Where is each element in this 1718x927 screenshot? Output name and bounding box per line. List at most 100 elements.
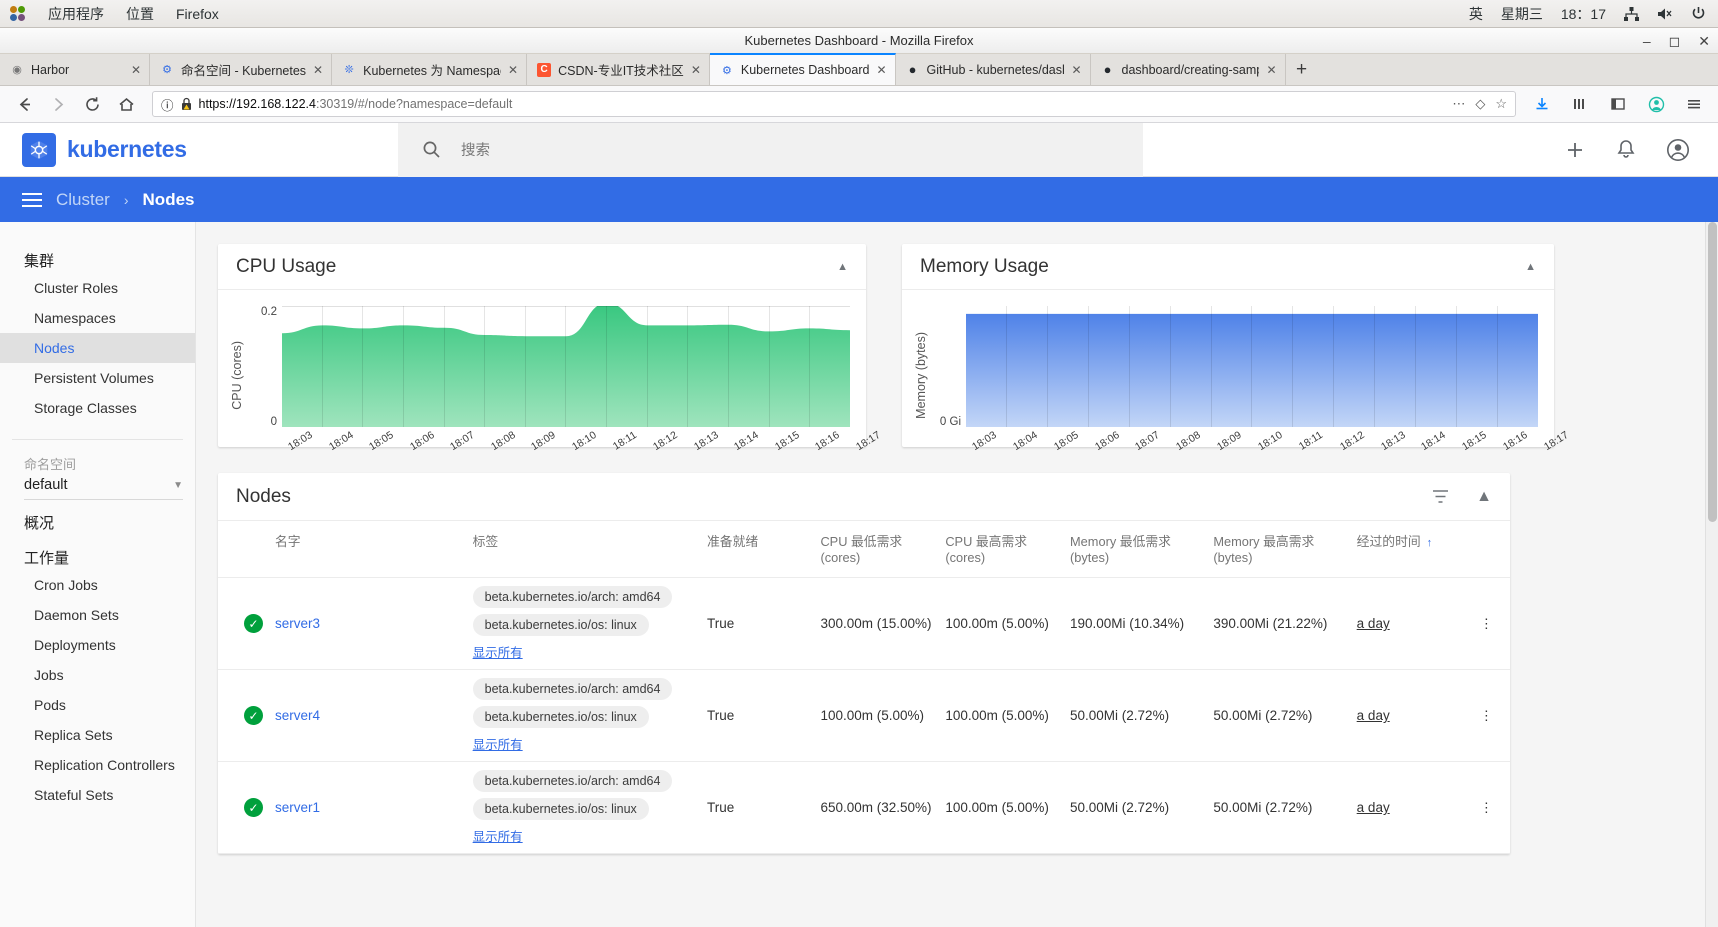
x-tick-label: 18:15 [1460, 429, 1489, 453]
browser-tab-csdn[interactable]: C CSDN-专业IT技术社区 ✕ [527, 54, 710, 85]
menu-applications[interactable]: 应用程序 [48, 4, 104, 24]
scrollbar-thumb[interactable] [1708, 222, 1717, 522]
x-tick-label: 18:09 [1215, 429, 1244, 453]
collapse-icon[interactable]: ▲ [837, 261, 848, 273]
menu-firefox[interactable]: Firefox [176, 6, 219, 22]
window-minimize-button[interactable]: – [1643, 33, 1651, 49]
col-labels[interactable]: 标签 [467, 521, 701, 578]
back-arrow-icon[interactable] [10, 90, 38, 118]
show-all-labels-link[interactable]: 显示所有 [473, 826, 695, 845]
table-row[interactable]: ✓server4beta.kubernetes.io/arch: amd64be… [218, 670, 1510, 762]
node-age-value[interactable]: a day [1357, 708, 1390, 723]
sidebar-item-jobs[interactable]: Jobs [0, 660, 195, 690]
node-link[interactable]: server4 [275, 708, 320, 723]
sidebar-item-namespaces[interactable]: Namespaces [0, 303, 195, 333]
home-icon[interactable] [112, 90, 140, 118]
account-icon[interactable] [1642, 90, 1670, 118]
search-box[interactable]: 搜索 [398, 123, 1143, 177]
menu-places[interactable]: 位置 [126, 4, 154, 24]
plus-icon[interactable] [1564, 139, 1586, 161]
sidebar-item-stateful-sets[interactable]: Stateful Sets [0, 780, 195, 810]
node-link[interactable]: server3 [275, 616, 320, 631]
filter-icon[interactable] [1431, 487, 1450, 506]
tab-close-icon[interactable]: ✕ [1071, 63, 1081, 77]
browser-tab-namespaces[interactable]: ⚙ 命名空间 - Kubernetes ✕ [150, 54, 332, 85]
show-all-labels-link[interactable]: 显示所有 [473, 734, 695, 753]
node-link[interactable]: server1 [275, 800, 320, 815]
input-method-indicator[interactable]: 英 [1469, 4, 1483, 24]
sidebar-item-replica-sets[interactable]: Replica Sets [0, 720, 195, 750]
sidebar-item-pods[interactable]: Pods [0, 690, 195, 720]
namespace-select[interactable]: default ▼ [24, 477, 183, 500]
window-close-button[interactable]: ✕ [1698, 33, 1710, 50]
col-name[interactable]: 名字 [269, 521, 467, 578]
node-age-value[interactable]: a day [1357, 800, 1390, 815]
power-icon[interactable] [1691, 6, 1706, 21]
browser-tab-creating-sample[interactable]: ● dashboard/creating-samp ✕ [1091, 54, 1286, 85]
tab-close-icon[interactable]: ✕ [691, 63, 701, 77]
sidebar-item-nodes[interactable]: Nodes [0, 333, 195, 363]
table-row[interactable]: ✓server3beta.kubernetes.io/arch: amd64be… [218, 578, 1510, 670]
new-tab-button[interactable]: + [1286, 54, 1318, 85]
tab-close-icon[interactable]: ✕ [508, 63, 518, 77]
star-icon[interactable]: ☆ [1495, 96, 1507, 112]
tab-close-icon[interactable]: ✕ [313, 63, 323, 77]
col-cpu-request[interactable]: CPU 最低需求 (cores) [814, 521, 939, 578]
col-memory-request[interactable]: Memory 最低需求 (bytes) [1064, 521, 1207, 578]
clock-day: 星期三 [1501, 4, 1543, 24]
show-all-labels-link[interactable]: 显示所有 [473, 642, 695, 661]
url-bar[interactable]: ⓘ https://192.168.122.4:30319/#/node?nam… [152, 91, 1516, 117]
window-maximize-button[interactable]: ◻ [1669, 33, 1681, 50]
clock-time[interactable]: 18：17 [1561, 4, 1606, 24]
browser-tab-github-dashboard[interactable]: ● GitHub - kubernetes/dash ✕ [896, 54, 1091, 85]
col-cpu-limit[interactable]: CPU 最高需求 (cores) [939, 521, 1064, 578]
col-memory-limit[interactable]: Memory 最高需求 (bytes) [1207, 521, 1350, 578]
bell-icon[interactable] [1616, 139, 1636, 160]
table-row[interactable]: ✓server1beta.kubernetes.io/arch: amd64be… [218, 762, 1510, 854]
sidebar-item-storage-classes[interactable]: Storage Classes [0, 393, 195, 423]
hamburger-menu-icon[interactable] [22, 193, 42, 207]
sidebar-item-cron-jobs[interactable]: Cron Jobs [0, 570, 195, 600]
row-actions-menu-icon[interactable]: ⋮ [1464, 578, 1510, 670]
ellipsis-icon[interactable]: ⋯ [1452, 96, 1465, 112]
tab-close-icon[interactable]: ✕ [131, 63, 141, 77]
library-icon[interactable] [1566, 90, 1594, 118]
sidebar-icon[interactable] [1604, 90, 1632, 118]
sidebar-item-daemon-sets[interactable]: Daemon Sets [0, 600, 195, 630]
row-actions-menu-icon[interactable]: ⋮ [1464, 762, 1510, 854]
node-memory-request-cell: 50.00Mi (2.72%) [1064, 670, 1207, 762]
forward-arrow-icon[interactable] [44, 90, 72, 118]
info-icon[interactable]: ⓘ [161, 95, 174, 114]
menu-icon[interactable] [1680, 90, 1708, 118]
tab-label: Kubernetes Dashboard [741, 63, 870, 77]
volume-muted-icon[interactable] [1657, 7, 1673, 21]
collapse-icon[interactable]: ▲ [1476, 488, 1492, 506]
browser-tab-harbor[interactable]: ◉ Harbor ✕ [0, 54, 150, 85]
memory-card-title: Memory Usage [920, 256, 1049, 278]
account-circle-icon[interactable] [1666, 138, 1690, 162]
breadcrumb-cluster[interactable]: Cluster [56, 190, 110, 210]
col-ready[interactable]: 准备就绪 [701, 521, 814, 578]
page-scrollbar[interactable] [1705, 222, 1718, 927]
collapse-icon[interactable]: ▲ [1525, 261, 1536, 273]
node-ready-cell: True [701, 670, 814, 762]
lock-warning-icon[interactable] [180, 97, 193, 111]
col-age[interactable]: 经过的时间↑ [1351, 521, 1464, 578]
tab-strip: ◉ Harbor ✕ ⚙ 命名空间 - Kubernetes ✕ ❊ Kuber… [0, 54, 1718, 86]
browser-tab-kubernetes-dashboard[interactable]: ⚙ Kubernetes Dashboard ✕ [710, 53, 896, 85]
node-age-value[interactable]: a day [1357, 616, 1390, 631]
tab-close-icon[interactable]: ✕ [1266, 63, 1276, 77]
downloads-icon[interactable] [1528, 90, 1556, 118]
sidebar-item-persistent-volumes[interactable]: Persistent Volumes [0, 363, 195, 393]
sidebar-item-deployments[interactable]: Deployments [0, 630, 195, 660]
reload-icon[interactable] [78, 90, 106, 118]
row-actions-menu-icon[interactable]: ⋮ [1464, 670, 1510, 762]
app-logo[interactable]: kubernetes [0, 133, 398, 167]
sidebar-item-cluster-roles[interactable]: Cluster Roles [0, 273, 195, 303]
sidebar-item-replication-controllers[interactable]: Replication Controllers [0, 750, 195, 780]
pocket-icon[interactable]: ◇ [1475, 96, 1485, 112]
tab-close-icon[interactable]: ✕ [876, 63, 886, 77]
network-icon[interactable] [1624, 7, 1639, 21]
sidebar-item-overview[interactable]: 概况 [0, 500, 195, 535]
browser-tab-k8s-namespace[interactable]: ❊ Kubernetes 为 Namespac ✕ [332, 54, 527, 85]
